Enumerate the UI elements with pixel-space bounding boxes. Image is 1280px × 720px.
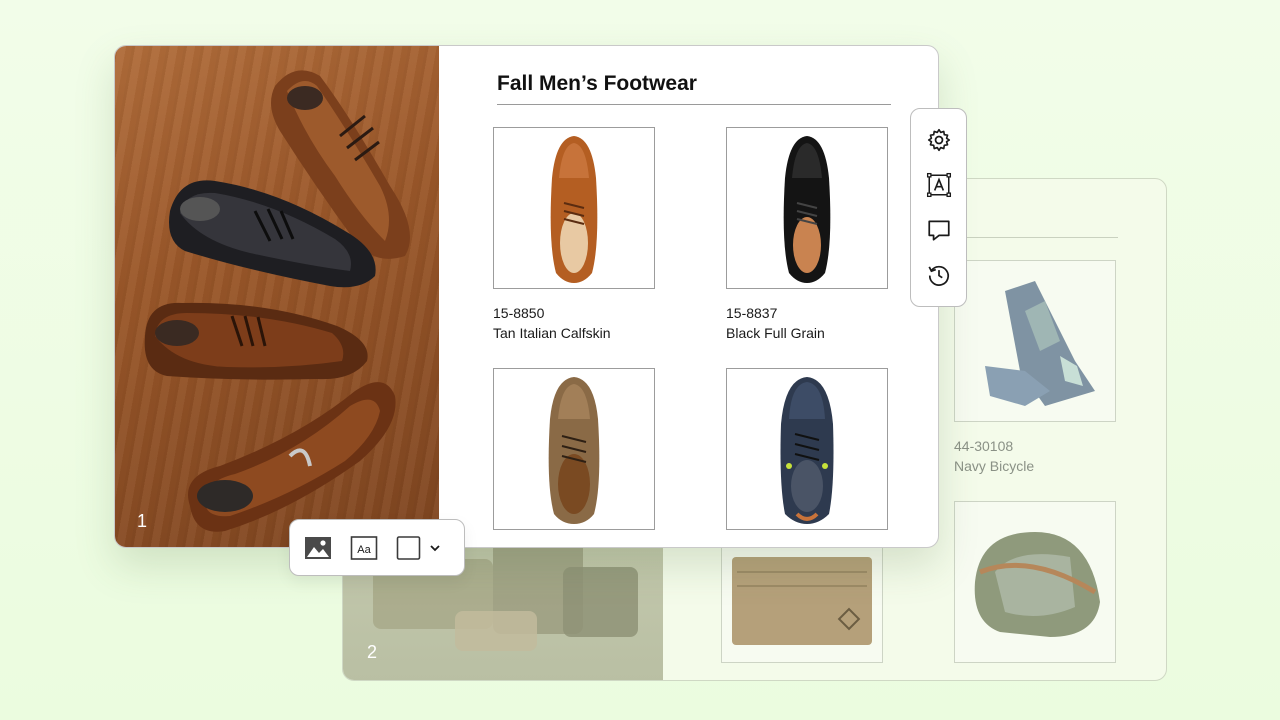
comment-button[interactable]	[922, 213, 956, 247]
product-image-tan-chukka[interactable]	[493, 368, 655, 530]
page-title[interactable]: Fall Men’s Footwear	[497, 72, 697, 96]
product-code: 44-30108	[954, 438, 1014, 454]
page-number: 1	[137, 511, 148, 531]
canvas-dopp-kit-icon	[974, 532, 1100, 637]
history-icon	[927, 266, 949, 287]
chevron-down-icon[interactable]	[428, 541, 442, 555]
product-image-navy-sneaker[interactable]	[726, 368, 888, 530]
product-image-tan-calfskin[interactable]	[493, 127, 655, 289]
horsebit-loafer-icon	[188, 382, 396, 532]
product-image-socks[interactable]	[954, 260, 1116, 422]
black-oxford-shoe-icon	[783, 136, 831, 283]
product-image-black-full-grain[interactable]	[726, 127, 888, 289]
image-icon	[305, 536, 331, 559]
text-icon: Aa	[350, 535, 378, 560]
product-code: 15-8837	[726, 305, 778, 321]
navy-knit-sneaker-icon	[780, 377, 834, 524]
argyle-socks-icon	[985, 281, 1095, 406]
product-image-dopp-kit[interactable]	[954, 501, 1116, 663]
catalog-page-1[interactable]: 1 Fall Men’s Footwear 15-8850 Tan Italia…	[114, 45, 939, 548]
side-toolbar	[910, 108, 967, 307]
page-number: 2	[367, 642, 378, 662]
hero-photo-shoes: 1	[115, 46, 439, 547]
title-rule	[497, 104, 891, 105]
text-frame-button[interactable]	[922, 168, 956, 202]
title-rule	[955, 237, 1118, 238]
settings-button[interactable]	[922, 123, 956, 157]
shape-icon	[396, 535, 421, 560]
product-code: 15-8850	[493, 305, 545, 321]
insert-text-button[interactable]: Aa	[350, 531, 378, 565]
insert-shape-button[interactable]	[396, 531, 442, 565]
tan-oxford-shoe-icon	[550, 136, 598, 283]
product-name: Tan Italian Calfskin	[493, 325, 611, 341]
product-name: Black Full Grain	[726, 325, 825, 341]
history-button[interactable]	[922, 258, 956, 292]
svg-text:Aa: Aa	[357, 544, 371, 556]
black-oxford-shoe-icon	[169, 180, 376, 288]
gear-icon	[927, 128, 950, 151]
tan-chukka-shoe-icon	[548, 377, 600, 524]
text-frame-icon	[926, 172, 951, 197]
comment-icon	[927, 220, 950, 241]
insert-toolbar: Aa	[289, 519, 465, 576]
product-name: Navy Bicycle	[954, 458, 1035, 474]
insert-image-button[interactable]	[304, 531, 332, 565]
